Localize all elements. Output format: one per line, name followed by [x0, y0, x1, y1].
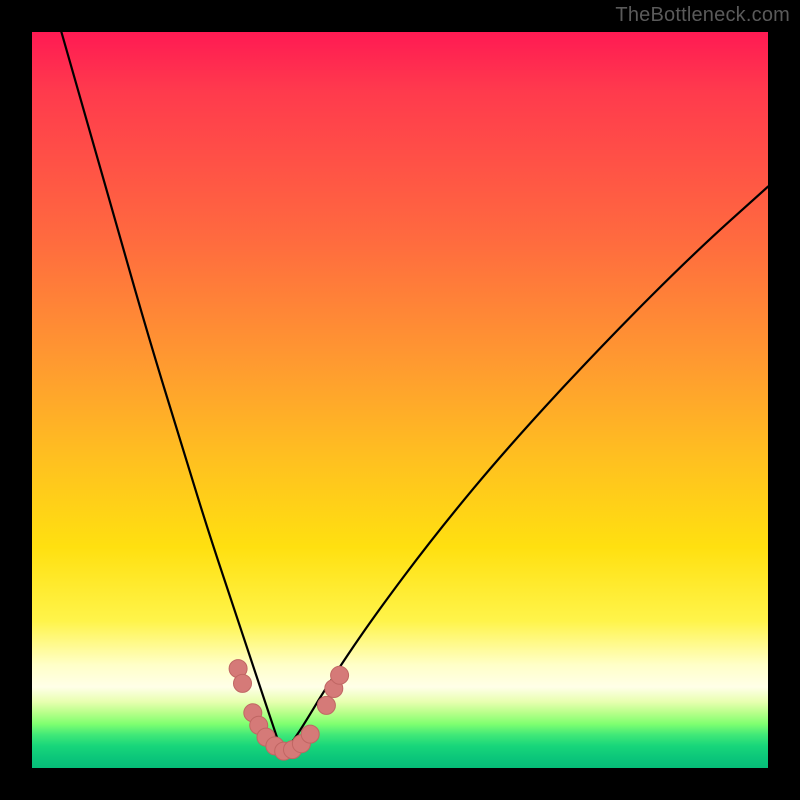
plot-area — [32, 32, 768, 768]
curve-marker — [301, 725, 319, 743]
chart-frame: TheBottleneck.com — [0, 0, 800, 800]
near-minimum-markers — [229, 660, 349, 761]
curve-marker — [317, 696, 335, 714]
chart-svg — [32, 32, 768, 768]
watermark-text: TheBottleneck.com — [615, 4, 790, 27]
curve-marker — [234, 674, 252, 692]
curve-marker — [331, 666, 349, 684]
bottleneck-curve — [61, 32, 768, 751]
